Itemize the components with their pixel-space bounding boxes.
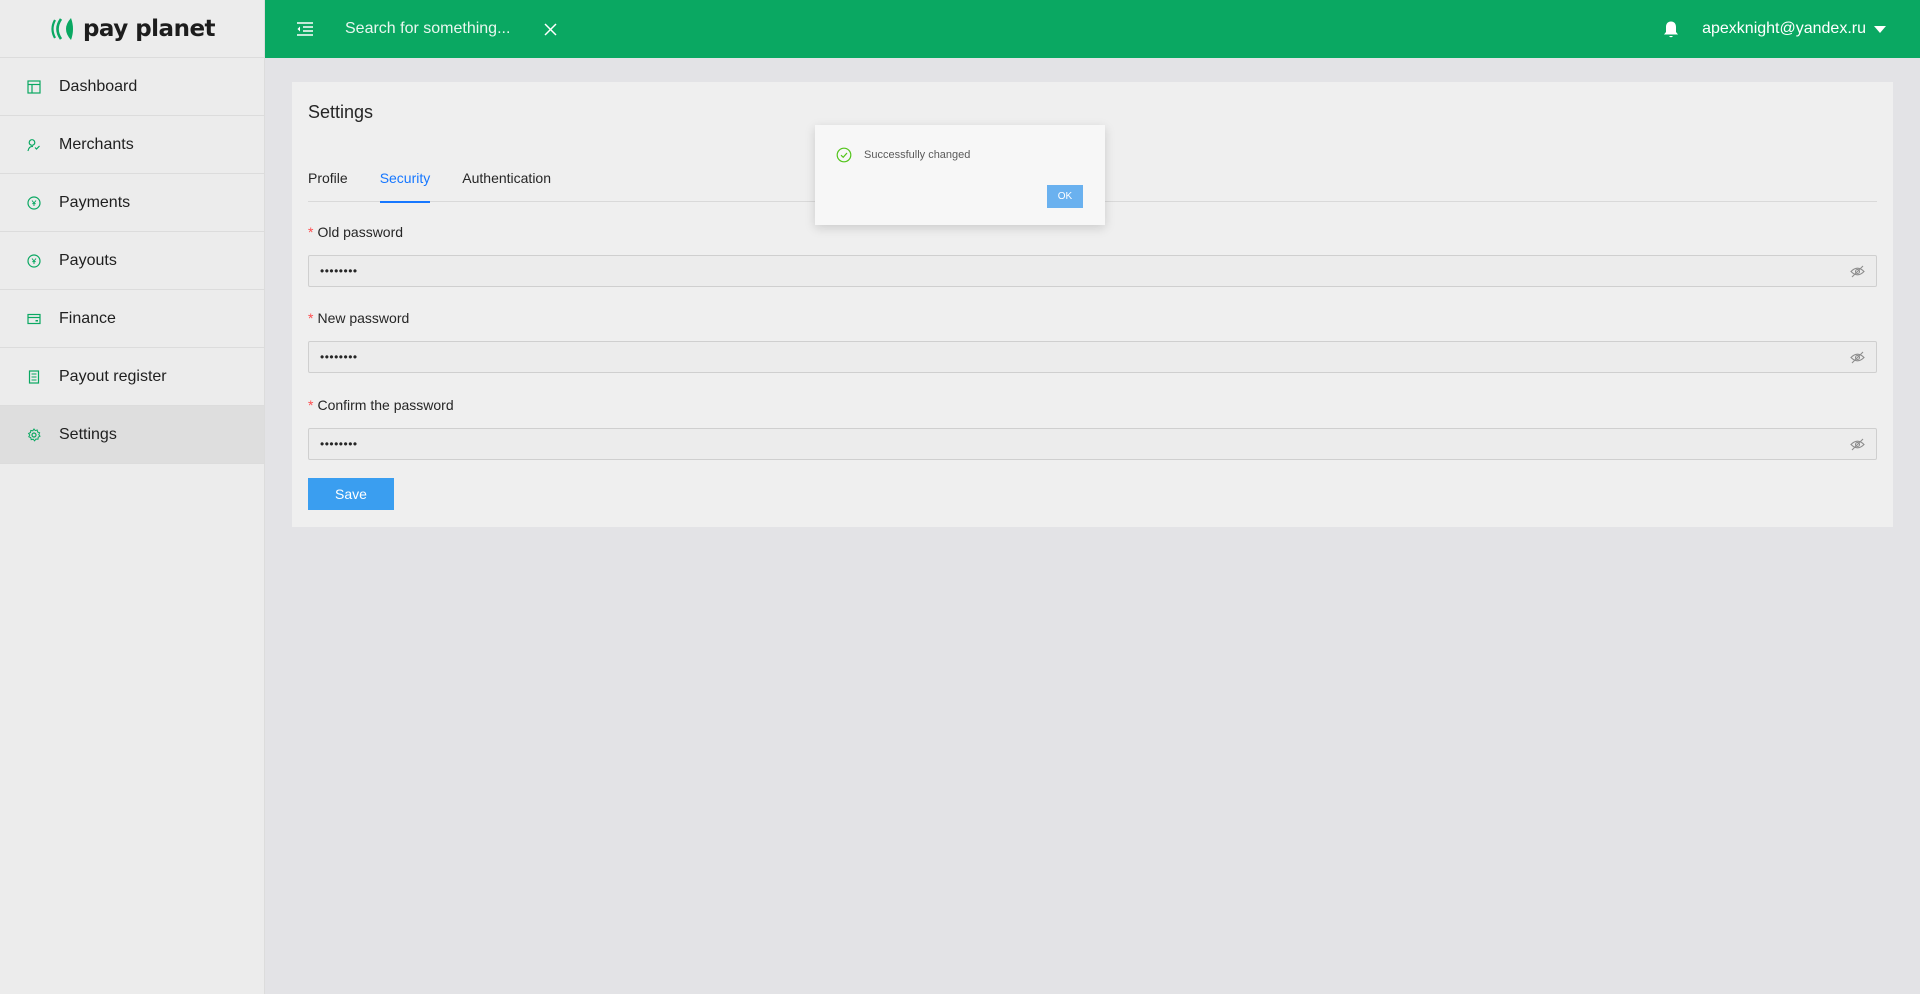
brand-name: pay planet bbox=[82, 15, 216, 42]
header-user-area: apexknight@yandex.ru bbox=[1662, 19, 1886, 39]
payouts-icon bbox=[26, 253, 42, 269]
old-password-field: * Old password •••••••• bbox=[308, 221, 1877, 287]
eye-invisible-icon[interactable] bbox=[1849, 436, 1865, 452]
eye-invisible-icon[interactable] bbox=[1849, 263, 1865, 279]
dialog-message: Successfully changed bbox=[864, 149, 971, 161]
dashboard-icon bbox=[26, 79, 42, 95]
sidebar-item-label: Dashboard bbox=[59, 77, 138, 95]
sidebar-item-label: Payout register bbox=[59, 367, 167, 385]
required-marker: * bbox=[308, 397, 314, 413]
user-menu[interactable]: apexknight@yandex.ru bbox=[1702, 20, 1866, 38]
sidebar-item-label: Merchants bbox=[59, 135, 134, 153]
required-marker: * bbox=[308, 224, 314, 240]
tab-profile[interactable]: Profile bbox=[308, 162, 348, 202]
ok-button[interactable]: OK bbox=[1047, 185, 1083, 208]
old-password-input[interactable]: •••••••• bbox=[308, 255, 1877, 287]
tab-authentication[interactable]: Authentication bbox=[462, 162, 551, 202]
confirm-password-value: •••••••• bbox=[320, 437, 358, 451]
sidebar-item-label: Payments bbox=[59, 193, 131, 211]
sidebar-item-merchants[interactable]: Merchants bbox=[0, 116, 264, 174]
dialog-body: Successfully changed bbox=[836, 147, 970, 163]
sidebar-item-finance[interactable]: Finance bbox=[0, 290, 264, 348]
tab-security[interactable]: Security bbox=[379, 162, 430, 203]
new-password-input[interactable]: •••••••• bbox=[308, 341, 1877, 373]
save-button[interactable]: Save bbox=[308, 478, 394, 510]
confirm-password-label: * Confirm the password bbox=[308, 394, 1877, 416]
pay-planet-logo-icon bbox=[49, 17, 77, 41]
new-password-label-text: New password bbox=[317, 310, 410, 326]
sidebar-item-label: Settings bbox=[59, 425, 117, 443]
sidebar-item-payouts[interactable]: Payouts bbox=[0, 232, 264, 290]
search-input[interactable]: Search for something... bbox=[345, 20, 510, 38]
settings-icon bbox=[26, 427, 42, 443]
sidebar: pay planet Dashboard Merchants Payments … bbox=[0, 0, 265, 994]
confirm-password-label-text: Confirm the password bbox=[317, 397, 454, 413]
register-icon bbox=[26, 369, 42, 385]
eye-invisible-icon[interactable] bbox=[1849, 349, 1865, 365]
check-circle-icon bbox=[836, 147, 852, 163]
sidebar-item-settings[interactable]: Settings bbox=[0, 406, 264, 464]
payments-icon bbox=[26, 195, 42, 211]
chevron-down-icon[interactable] bbox=[1874, 25, 1886, 33]
old-password-value: •••••••• bbox=[320, 264, 358, 278]
new-password-value: •••••••• bbox=[320, 350, 358, 364]
menu-fold-icon[interactable] bbox=[295, 19, 315, 39]
finance-icon bbox=[26, 311, 42, 327]
close-icon[interactable] bbox=[542, 21, 558, 37]
sidebar-item-payments[interactable]: Payments bbox=[0, 174, 264, 232]
confirm-password-input[interactable]: •••••••• bbox=[308, 428, 1877, 460]
sidebar-item-payout-register[interactable]: Payout register bbox=[0, 348, 264, 406]
confirm-password-field: * Confirm the password •••••••• bbox=[308, 394, 1877, 460]
bell-icon[interactable] bbox=[1662, 19, 1680, 39]
new-password-field: * New password •••••••• bbox=[308, 307, 1877, 373]
top-bar: Search for something... apexknight@yande… bbox=[265, 0, 1920, 58]
merchants-icon bbox=[26, 137, 42, 153]
logo[interactable]: pay planet bbox=[0, 0, 264, 58]
new-password-label: * New password bbox=[308, 307, 1877, 329]
sidebar-item-label: Payouts bbox=[59, 251, 117, 269]
sidebar-item-label: Finance bbox=[59, 309, 116, 327]
sidebar-item-dashboard[interactable]: Dashboard bbox=[0, 58, 264, 116]
required-marker: * bbox=[308, 310, 314, 326]
page-title: Settings bbox=[308, 102, 374, 122]
old-password-label-text: Old password bbox=[317, 224, 404, 240]
success-dialog: Successfully changed OK bbox=[815, 125, 1105, 225]
